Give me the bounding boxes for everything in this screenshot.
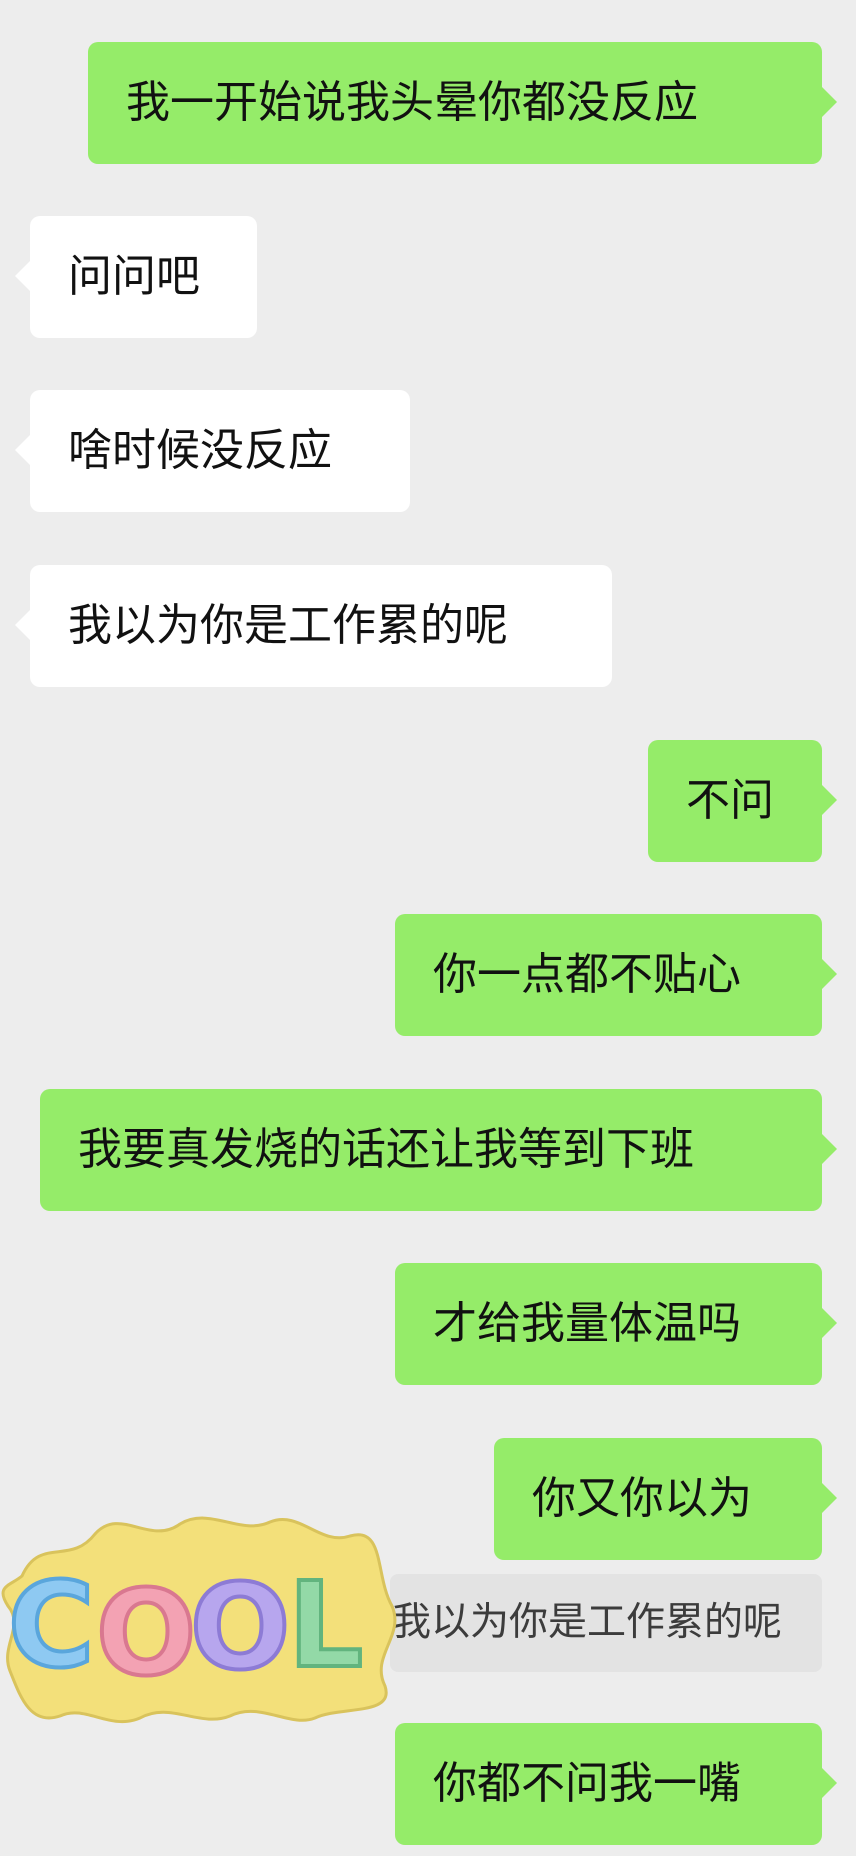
message-bubble-sent[interactable]: 我要真发烧的话还让我等到下班: [40, 1089, 837, 1211]
sticker-letter: L: [288, 1556, 363, 1694]
sticker-letter: C: [8, 1556, 95, 1694]
message-bubble-sent[interactable]: 才给我量体温吗: [395, 1263, 837, 1385]
sticker-letter: O: [190, 1558, 290, 1696]
message-bubble-received[interactable]: 问问吧: [15, 216, 257, 338]
chat-area[interactable]: 我一开始说我头晕你都没反应 问问吧 啥时候没反应 我以为你是工作累的呢 不问 你…: [0, 0, 856, 1856]
sticker-letter: O: [96, 1564, 196, 1702]
message-bubble-sent[interactable]: 你都不问我一嘴: [395, 1723, 837, 1845]
cool-sticker[interactable]: C O O L: [0, 1506, 400, 1726]
message-bubble-sent[interactable]: 你又你以为: [494, 1438, 837, 1560]
message-bubble-received[interactable]: 啥时候没反应: [15, 390, 410, 512]
message-bubble-received[interactable]: 我以为你是工作累的呢: [15, 565, 612, 687]
message-bubble-sent[interactable]: 我一开始说我头晕你都没反应: [88, 42, 837, 164]
message-bubble-sent[interactable]: 你一点都不贴心: [395, 914, 837, 1036]
quoted-message[interactable]: 我以为你是工作累的呢: [390, 1574, 822, 1672]
message-bubble-sent[interactable]: 不问: [648, 740, 837, 862]
